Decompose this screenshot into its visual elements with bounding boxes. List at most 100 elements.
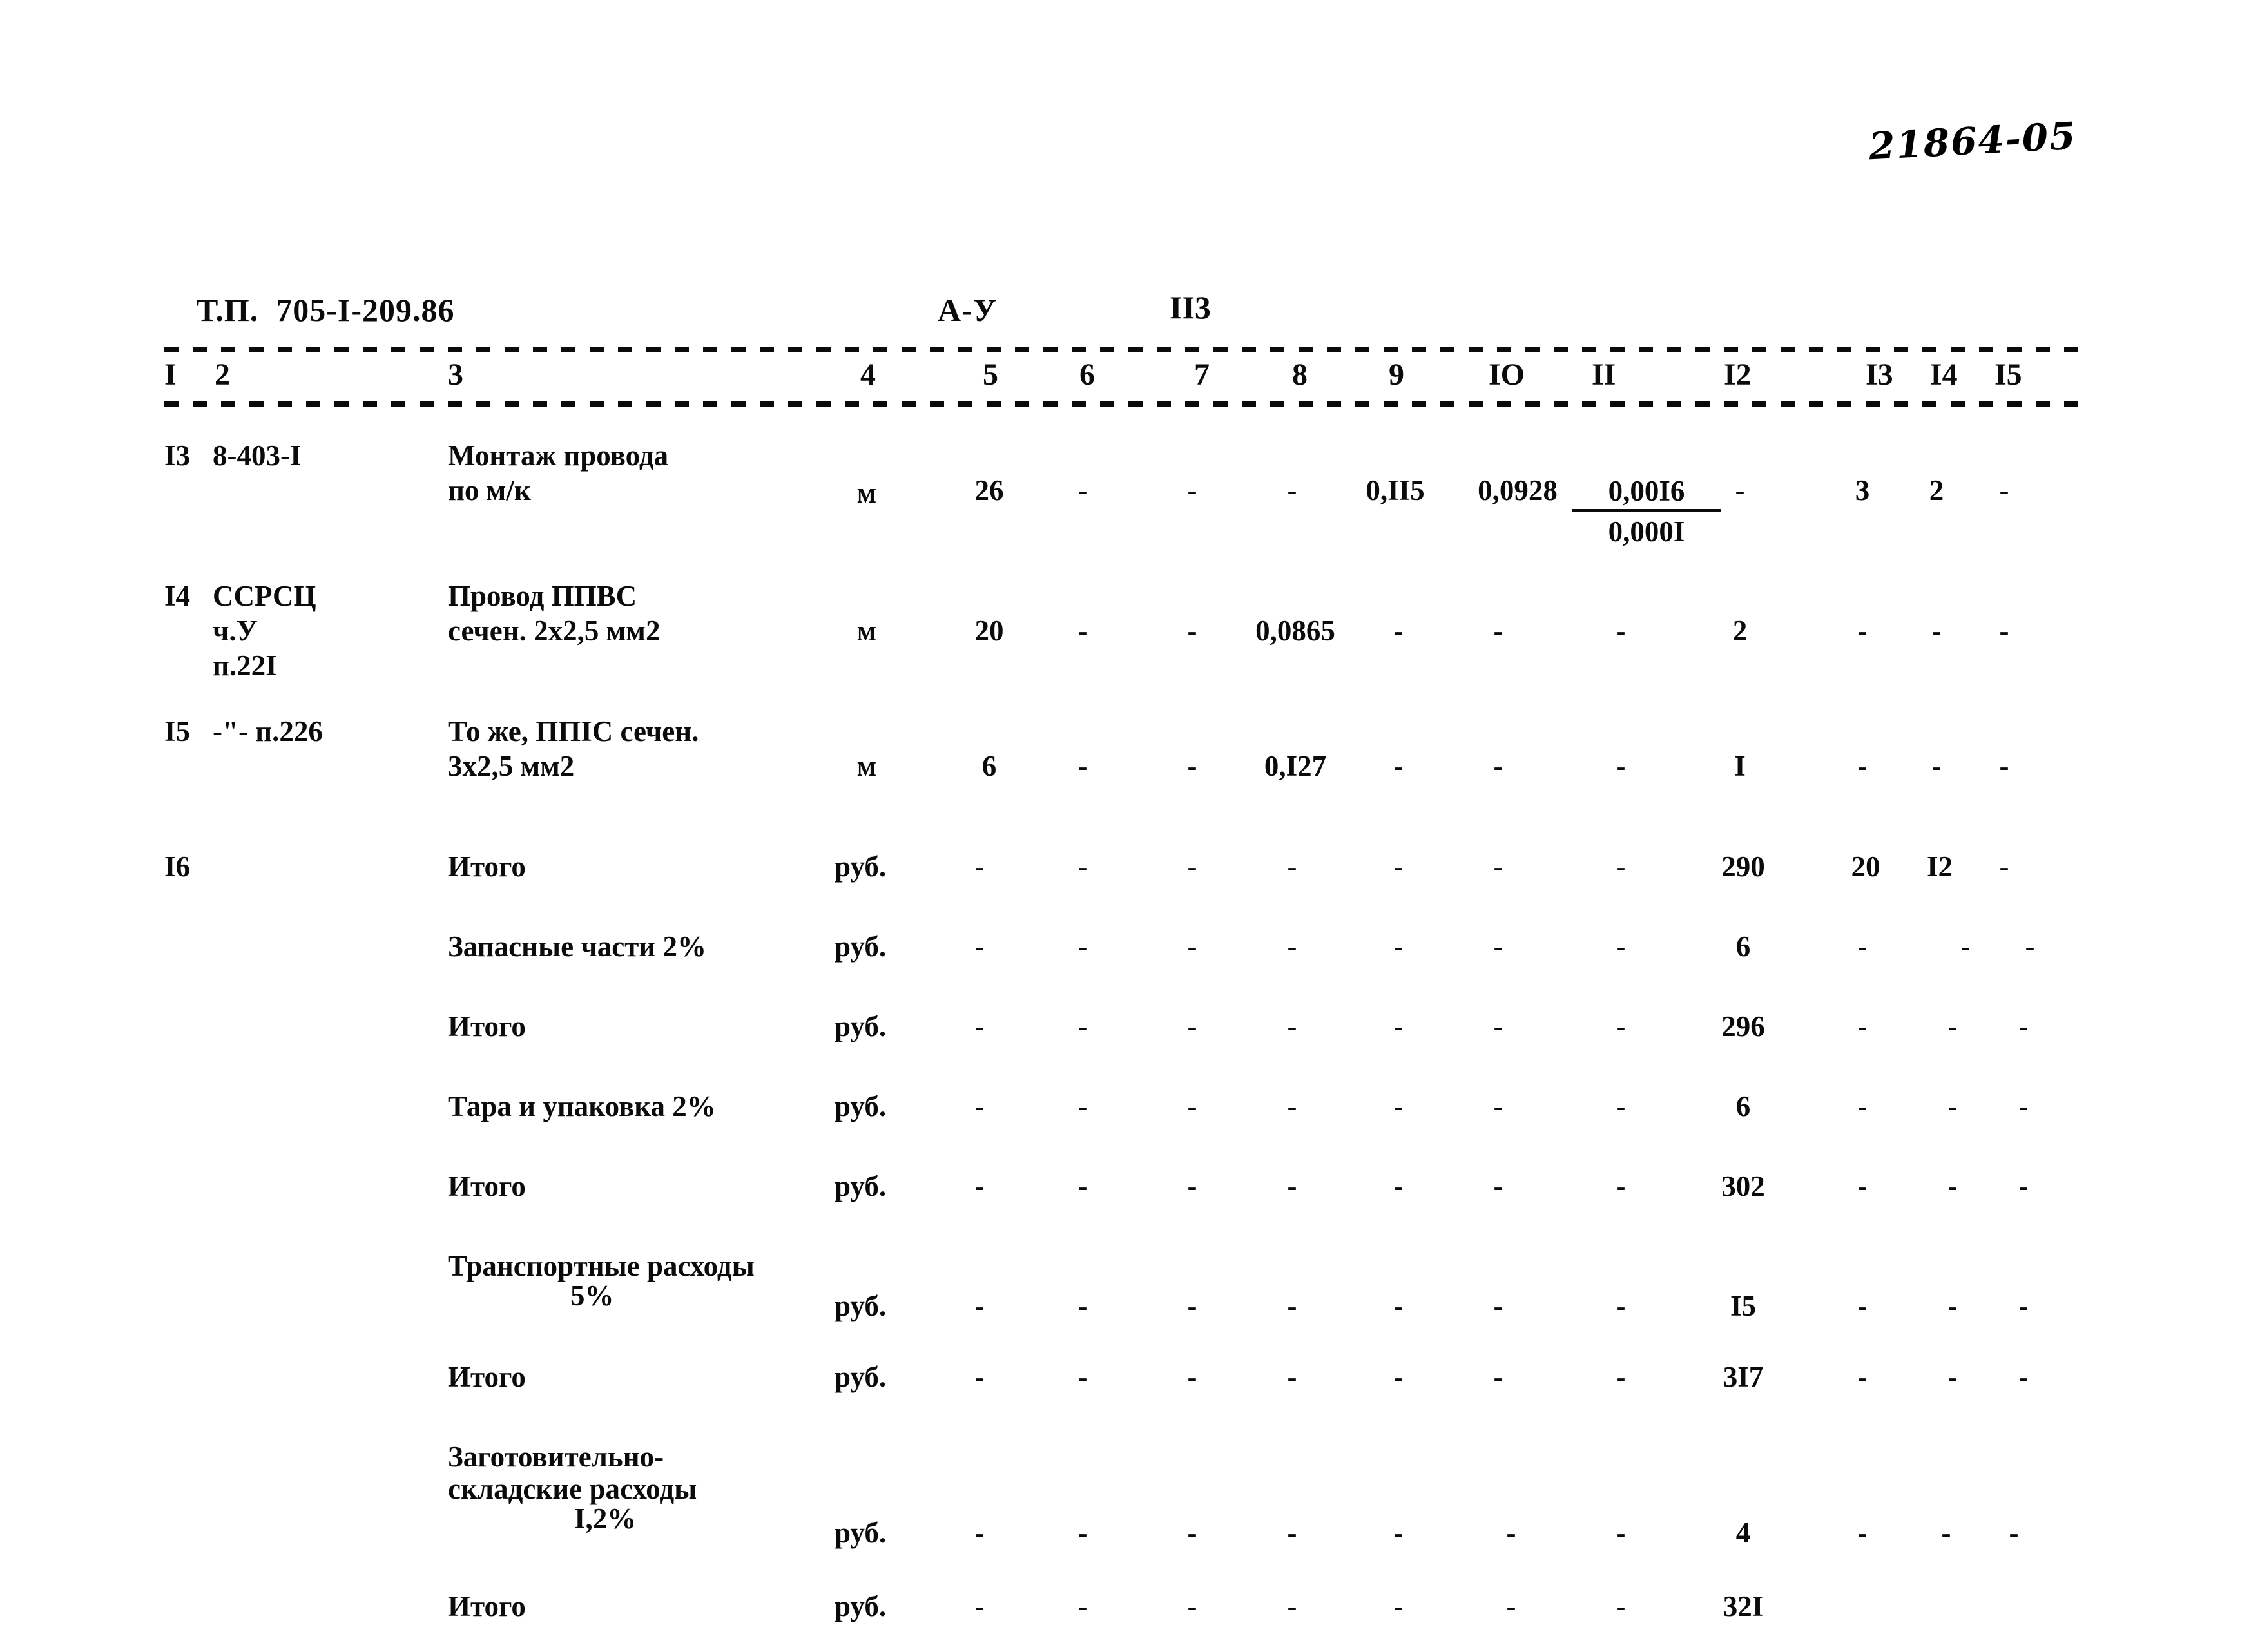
value-col14: I2 xyxy=(1926,850,1953,883)
value-col8: - xyxy=(1287,1170,1297,1202)
value-col15: - xyxy=(1999,850,2009,883)
value-col7: - xyxy=(1187,850,1197,883)
fraction-denominator: 0,000I xyxy=(1608,515,1685,548)
value-col14: - xyxy=(1947,1170,1958,1202)
value-col12: I xyxy=(1734,750,1746,782)
row-number: I3 xyxy=(164,439,191,472)
value-col9: - xyxy=(1393,1361,1404,1393)
table-body: I3 8-403-I Монтаж провода по м/к м 26 - … xyxy=(164,439,2098,1652)
unit-of-measure: руб. xyxy=(835,1090,887,1122)
value-col15: - xyxy=(2018,1090,2029,1122)
value-col8: 0,I27 xyxy=(1264,750,1327,782)
table-row: I5 -"- п.226 То же, ППIС сечен. 3х2,5 мм… xyxy=(164,715,2098,812)
unit-of-measure: руб. xyxy=(835,1010,887,1042)
value-col5: - xyxy=(974,930,985,963)
column-number-14: I4 xyxy=(1930,358,1958,392)
column-number-10: IO xyxy=(1489,358,1525,392)
value-col10: - xyxy=(1493,1010,1503,1042)
value-col7: - xyxy=(1187,1517,1197,1549)
value-col10: 0,0928 xyxy=(1478,474,1558,506)
value-col13: - xyxy=(1857,1361,1868,1393)
value-col8: - xyxy=(1287,850,1297,883)
value-col5: - xyxy=(974,1170,985,1202)
work-description-line1: Монтаж провода xyxy=(448,439,669,472)
norm-code-line1: ССРСЦ xyxy=(213,580,316,612)
value-col7: - xyxy=(1187,930,1197,963)
column-number-2: 2 xyxy=(215,358,230,392)
value-col6: - xyxy=(1077,750,1088,782)
value-col11: - xyxy=(1616,1170,1626,1202)
value-col14: - xyxy=(1947,1361,1958,1393)
value-col9: - xyxy=(1393,1170,1404,1202)
value-col13: - xyxy=(1857,1090,1868,1122)
value-col15: - xyxy=(2018,1010,2029,1042)
norm-code: 8-403-I xyxy=(213,439,302,472)
value-col5: - xyxy=(974,1590,985,1622)
header-divider-top xyxy=(164,345,2081,354)
table-row: I3 8-403-I Монтаж провода по м/к м 26 - … xyxy=(164,439,2098,562)
value-col15: - xyxy=(1999,474,2009,506)
value-col12: - xyxy=(1735,474,1745,506)
table-row: Транспортные расходы 5% руб. - - - - - -… xyxy=(164,1250,2098,1347)
value-col9: - xyxy=(1393,1590,1404,1622)
total-label-line2: 5% xyxy=(570,1280,614,1312)
column-number-6: 6 xyxy=(1079,358,1095,392)
fraction-numerator: 0,00I6 xyxy=(1572,474,1721,512)
value-col7: - xyxy=(1187,1090,1197,1122)
unit-of-measure: руб. xyxy=(835,1590,887,1622)
value-col11: - xyxy=(1616,1590,1626,1622)
row-number: I6 xyxy=(164,850,191,883)
total-label: Итого xyxy=(448,850,526,883)
value-col14: - xyxy=(1931,750,1942,782)
column-number-9: 9 xyxy=(1389,358,1404,392)
value-col8: - xyxy=(1287,1590,1297,1622)
column-number-row: I 2 3 4 5 6 7 8 9 IO II I2 I3 I4 I5 xyxy=(164,354,2098,399)
unit-of-measure: м xyxy=(856,615,877,647)
value-col14: - xyxy=(1960,930,1971,963)
value-col10: - xyxy=(1493,1361,1503,1393)
value-col11-fraction: 0,00I6 0,000I xyxy=(1572,474,1721,548)
value-col7: - xyxy=(1187,1290,1197,1322)
value-col12: 296 xyxy=(1721,1010,1765,1042)
column-number-8: 8 xyxy=(1292,358,1308,392)
work-description-line2: по м/к xyxy=(448,474,531,506)
value-col6: - xyxy=(1077,474,1088,506)
value-col7: - xyxy=(1187,474,1197,506)
value-col7: - xyxy=(1187,1170,1197,1202)
unit-of-measure: руб. xyxy=(835,1290,887,1322)
value-col13: - xyxy=(1857,1517,1868,1549)
value-col11: - xyxy=(1616,615,1626,647)
table-row: Заготовительно- складские расходы I,2% р… xyxy=(164,1441,2098,1576)
value-col11: - xyxy=(1616,930,1626,963)
value-col8: - xyxy=(1287,1090,1297,1122)
value-col6: - xyxy=(1077,1290,1088,1322)
value-col7: - xyxy=(1187,1590,1197,1622)
value-col8: - xyxy=(1287,1010,1297,1042)
value-col14: - xyxy=(1947,1090,1958,1122)
value-col12: 3I7 xyxy=(1723,1361,1764,1393)
value-col6: - xyxy=(1077,1517,1088,1549)
value-col10: - xyxy=(1493,850,1503,883)
norm-code-line3: п.22I xyxy=(213,649,277,682)
unit-of-measure: м xyxy=(856,477,877,509)
norm-code: -"- п.226 xyxy=(213,715,323,747)
value-col10: - xyxy=(1506,1517,1516,1549)
value-col10: - xyxy=(1506,1590,1516,1622)
column-number-7: 7 xyxy=(1194,358,1210,392)
column-number-13: I3 xyxy=(1866,358,1893,392)
work-description-line1: То же, ППIС сечен. xyxy=(448,715,699,747)
value-col13: - xyxy=(1857,1170,1868,1202)
column-number-4: 4 xyxy=(860,358,876,392)
value-col10: - xyxy=(1493,930,1503,963)
unit-of-measure: руб. xyxy=(835,1170,887,1202)
value-col12: 302 xyxy=(1721,1170,1765,1202)
quantity: 20 xyxy=(974,615,1004,647)
value-col9: - xyxy=(1393,1010,1404,1042)
value-col8: 0,0865 xyxy=(1255,615,1335,647)
value-col14: 2 xyxy=(1929,474,1944,506)
value-col13: - xyxy=(1857,750,1868,782)
value-col9: - xyxy=(1393,1517,1404,1549)
value-col10: - xyxy=(1493,1290,1503,1322)
column-number-3: 3 xyxy=(448,358,463,392)
total-label-line1: Транспортные расходы xyxy=(448,1250,755,1282)
